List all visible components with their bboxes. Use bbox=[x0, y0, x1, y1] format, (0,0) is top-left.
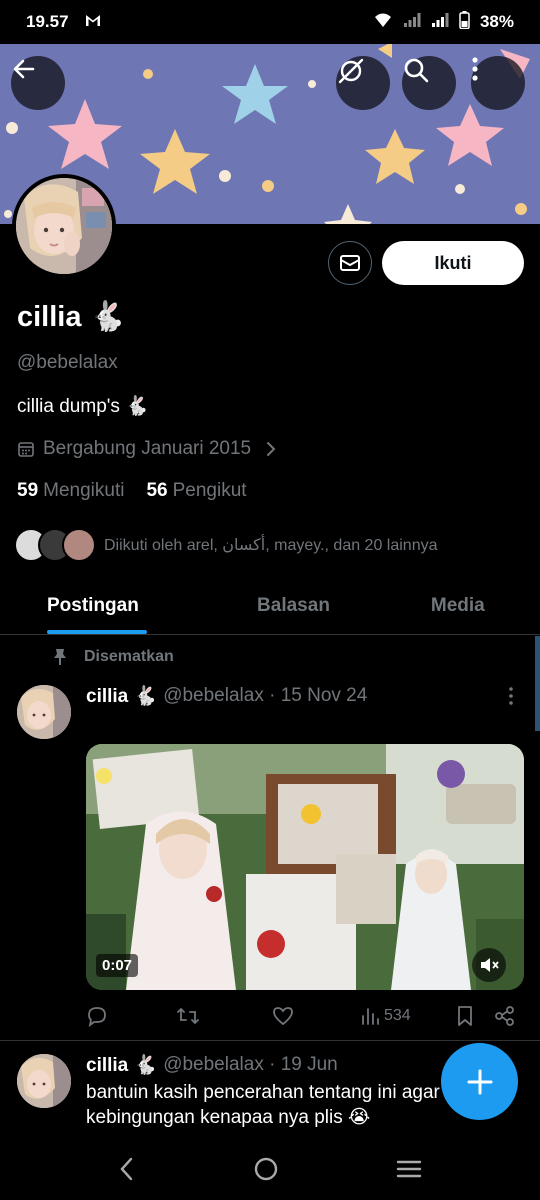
compose-button[interactable] bbox=[441, 1043, 518, 1120]
profile-name: cillia 🐇 bbox=[17, 301, 126, 333]
status-time: 19.57 bbox=[26, 12, 69, 31]
post-divider bbox=[0, 1040, 540, 1041]
avatar-photo bbox=[16, 178, 112, 274]
arrow-left-icon bbox=[13, 59, 35, 79]
post-more-button[interactable] bbox=[508, 686, 514, 711]
search-button[interactable] bbox=[402, 56, 456, 110]
following-count: 59 bbox=[17, 480, 39, 501]
share-button[interactable] bbox=[494, 1005, 516, 1027]
bookmark-button[interactable] bbox=[456, 1005, 474, 1027]
signal-icon bbox=[403, 12, 421, 33]
grok-button[interactable] bbox=[336, 56, 390, 110]
joined-date-row[interactable]: Bergabung Januari 2015 bbox=[17, 438, 277, 460]
volume-muted-icon bbox=[481, 958, 499, 972]
followers-link[interactable]: 56 Pengikut bbox=[146, 480, 246, 502]
battery-icon bbox=[459, 10, 470, 34]
repost-icon bbox=[177, 1007, 199, 1025]
profile-bio: cillia dump's 🐇 bbox=[17, 396, 149, 417]
post-author-name[interactable]: cillia 🐇 bbox=[86, 684, 157, 708]
views-button[interactable]: 534 bbox=[360, 1006, 411, 1026]
home-circle-icon bbox=[254, 1157, 278, 1180]
follower-avatar bbox=[62, 528, 96, 562]
post-meta: @bebelalax · 19 Jun bbox=[163, 1054, 338, 1075]
post-video[interactable] bbox=[86, 744, 524, 990]
signal-icon bbox=[431, 12, 449, 33]
tab-replies[interactable]: Balasan bbox=[211, 578, 375, 634]
post-meta: @bebelalax · 15 Nov 24 bbox=[163, 685, 368, 706]
repost-button[interactable] bbox=[176, 1005, 200, 1027]
post-author-name[interactable]: cillia 🐇 bbox=[86, 1053, 157, 1077]
search-icon bbox=[404, 58, 429, 83]
joined-text: Bergabung Januari 2015 bbox=[43, 438, 252, 459]
followers-label: Pengikut bbox=[172, 480, 247, 501]
nav-recents-button[interactable] bbox=[395, 1157, 423, 1186]
profile-tabs: Postingan Balasan Media bbox=[0, 578, 540, 635]
like-button[interactable] bbox=[272, 1006, 294, 1026]
reply-button[interactable] bbox=[86, 1005, 108, 1027]
battery-percent: 38% bbox=[479, 12, 514, 31]
pin-icon bbox=[54, 649, 66, 665]
video-duration: 0:07 bbox=[96, 954, 139, 977]
following-label: Mengikuti bbox=[43, 480, 125, 501]
back-button[interactable] bbox=[11, 56, 65, 110]
bookmark-icon bbox=[458, 1006, 472, 1026]
chevron-right-icon bbox=[267, 442, 276, 456]
post-header: cillia 🐇 @bebelalax · 19 Jun bbox=[86, 1053, 338, 1077]
profile-avatar[interactable] bbox=[12, 174, 116, 278]
chevron-left-icon bbox=[120, 1157, 133, 1180]
envelope-icon bbox=[340, 255, 360, 271]
share-icon bbox=[495, 1006, 514, 1026]
plus-icon bbox=[467, 1069, 492, 1094]
tab-media[interactable]: Media bbox=[376, 578, 540, 634]
status-right: 38% bbox=[373, 10, 514, 34]
grok-icon bbox=[338, 58, 364, 84]
post-header: cillia 🐇 @bebelalax · 15 Nov 24 bbox=[86, 684, 367, 708]
pinned-text: Disematkan bbox=[84, 648, 174, 665]
nav-home-button[interactable] bbox=[252, 1155, 280, 1188]
avatar-photo bbox=[17, 685, 71, 739]
tab-posts[interactable]: Postingan bbox=[0, 578, 211, 634]
more-vertical-icon bbox=[472, 57, 478, 81]
following-link[interactable]: 59 Mengikuti bbox=[17, 480, 124, 502]
followers-count: 56 bbox=[146, 480, 168, 501]
menu-lines-icon bbox=[396, 1160, 421, 1177]
video-thumbnail bbox=[86, 744, 524, 990]
pinned-label: Disematkan bbox=[52, 648, 174, 666]
follow-counts: 59 Mengikuti 56 Pengikut bbox=[17, 480, 247, 502]
post-avatar[interactable] bbox=[17, 1054, 71, 1108]
follow-button[interactable]: Ikuti bbox=[382, 241, 524, 285]
followed-by-text: Diikuti oleh arel, أكسان, mayey., dan 20… bbox=[104, 537, 438, 554]
more-button[interactable] bbox=[471, 56, 525, 110]
system-nav-bar bbox=[0, 1142, 540, 1200]
heart-icon bbox=[273, 1007, 293, 1026]
followed-by-row[interactable]: Diikuti oleh arel, أكسان, mayey., dan 20… bbox=[14, 528, 438, 562]
gmail-icon bbox=[85, 14, 101, 31]
nav-back-button[interactable] bbox=[117, 1156, 137, 1187]
scrollbar[interactable] bbox=[535, 636, 540, 731]
message-button[interactable] bbox=[328, 241, 372, 285]
avatar-photo bbox=[17, 1054, 71, 1108]
post-actions: 534 bbox=[86, 1000, 526, 1032]
profile-handle: @bebelalax bbox=[17, 352, 118, 373]
calendar-icon bbox=[18, 442, 34, 457]
views-icon bbox=[362, 1008, 379, 1025]
reply-icon bbox=[88, 1007, 106, 1027]
views-count: 534 bbox=[384, 1007, 411, 1024]
mute-button[interactable] bbox=[472, 948, 506, 982]
status-bar: 19.57 38% bbox=[0, 0, 540, 44]
more-vertical-icon bbox=[509, 687, 513, 705]
post-avatar[interactable] bbox=[17, 685, 71, 739]
wifi-icon bbox=[373, 12, 393, 33]
